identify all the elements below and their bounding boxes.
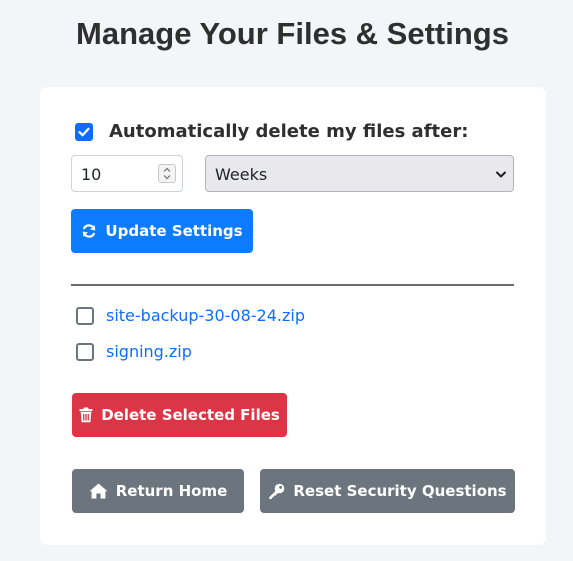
auto-delete-row: Automatically delete my files after: [75,121,468,142]
chevron-down-icon [496,171,506,178]
file-link[interactable]: site-backup-30-08-24.zip [106,306,305,325]
duration-unit-select[interactable]: Weeks [205,155,514,192]
file-checkbox[interactable] [76,342,94,361]
duration-unit-value: Weeks [215,165,268,184]
home-icon [89,483,108,499]
auto-delete-checkbox[interactable] [75,122,93,141]
update-settings-button[interactable]: Update Settings [71,209,253,253]
reset-security-questions-button[interactable]: Reset Security Questions [260,469,515,513]
settings-card: Automatically delete my files after: 10 … [40,87,546,545]
file-item: signing.zip [76,342,192,361]
duration-value: 10 [81,165,102,184]
file-checkbox[interactable] [76,306,94,325]
page-title: Manage Your Files & Settings [76,16,509,51]
update-settings-label: Update Settings [105,222,243,240]
trash-icon [79,407,93,423]
number-spinner[interactable] [158,164,176,183]
key-icon [269,483,285,499]
sync-icon [83,224,96,238]
divider [71,284,514,286]
check-icon [78,127,90,136]
delete-selected-label: Delete Selected Files [101,406,280,424]
return-home-label: Return Home [115,482,228,500]
return-home-button[interactable]: Return Home [72,469,244,513]
file-link[interactable]: signing.zip [106,342,192,361]
spinner-arrows-icon [163,167,171,180]
reset-security-label: Reset Security Questions [293,482,507,500]
file-item: site-backup-30-08-24.zip [76,306,305,325]
auto-delete-label: Automatically delete my files after: [109,121,469,142]
delete-selected-button[interactable]: Delete Selected Files [72,393,287,437]
duration-number-input[interactable]: 10 [71,155,183,192]
